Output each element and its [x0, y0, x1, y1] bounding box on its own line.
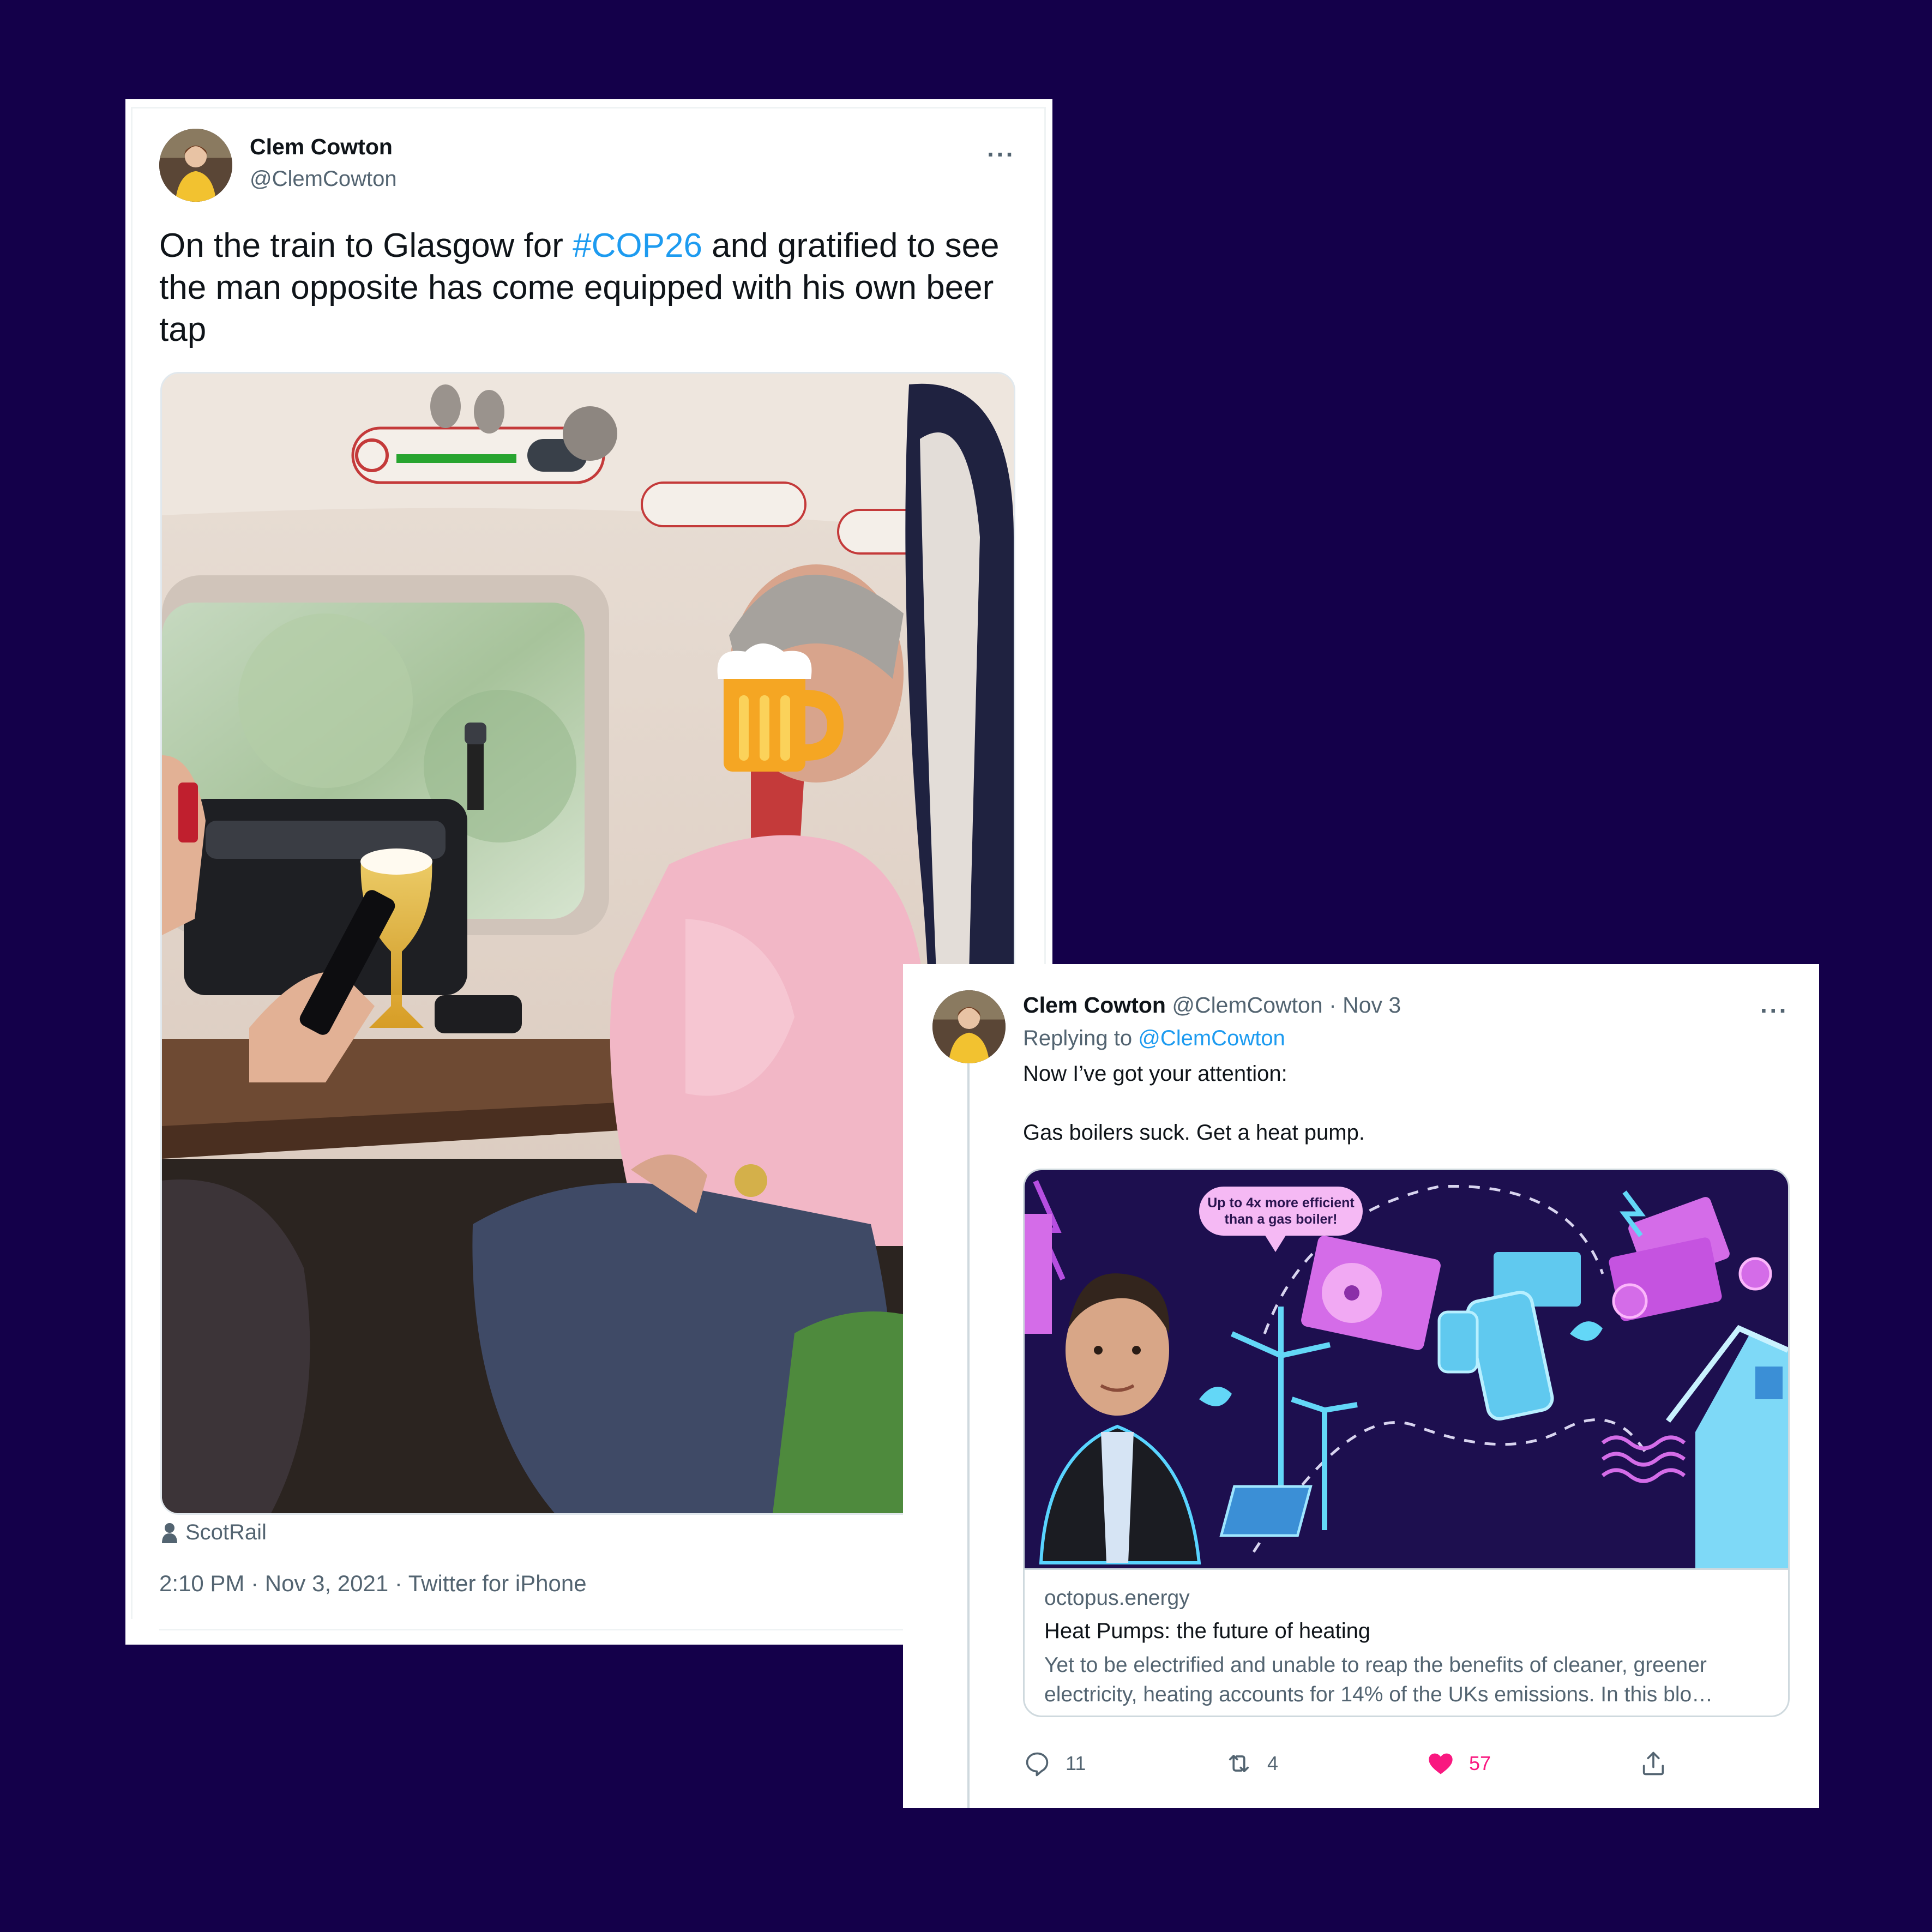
tweet-text-line: Now I’ve got your attention:	[1023, 1062, 1287, 1086]
link-preview-card[interactable]: Up to 4x more efficient than a gas boile…	[1023, 1169, 1790, 1717]
link-title: Heat Pumps: the future of heating	[1044, 1619, 1371, 1643]
link-preview-text: octopus.energy Heat Pumps: the future of…	[1025, 1568, 1788, 1716]
retweet-icon	[1229, 1755, 1249, 1772]
person-icon	[162, 1522, 177, 1543]
hashtag-link[interactable]: #COP26	[573, 227, 702, 264]
reply-button[interactable]: 11	[1023, 1749, 1086, 1778]
author-handle[interactable]: @ClemCowton	[1172, 992, 1322, 1018]
author-handle[interactable]: @ClemCowton	[250, 167, 397, 191]
reply-icon	[1026, 1752, 1049, 1777]
location-label: ScotRail	[185, 1520, 267, 1544]
reply-count: 11	[1066, 1752, 1086, 1774]
heart-icon	[1429, 1753, 1453, 1774]
avatar-image	[159, 129, 232, 202]
heat-pump-illustration: Up to 4x more efficient than a gas boile…	[1025, 1170, 1788, 1568]
replying-to-label: Replying to	[1023, 1026, 1139, 1050]
thread-line	[967, 1062, 970, 1808]
author-name[interactable]: Clem Cowton	[1023, 992, 1166, 1018]
tweet-text-start: On the train to Glasgow for	[159, 227, 573, 264]
author-name[interactable]: Clem Cowton	[250, 134, 393, 160]
link-description: Yet to be electrified and unable to reap…	[1044, 1653, 1713, 1706]
tweet-text-line: Gas boilers suck. Get a heat pump.	[1023, 1121, 1365, 1145]
replying-to: Replying to @ClemCowton	[1023, 1026, 1285, 1051]
tweet-timestamp[interactable]: 2:10 PM · Nov 3, 2021 · Twitter for iPho…	[159, 1570, 587, 1597]
link-domain: octopus.energy	[1044, 1586, 1190, 1610]
link-preview-image: Up to 4x more efficient than a gas boile…	[1025, 1170, 1788, 1568]
replying-to-link[interactable]: @ClemCowton	[1138, 1026, 1285, 1050]
tweet-header: Clem Cowton @ClemCowton · Nov 3	[1023, 992, 1401, 1018]
avatar-image	[932, 990, 1006, 1063]
tweet-date[interactable]: · Nov 3	[1329, 992, 1401, 1018]
like-button[interactable]: 57	[1427, 1749, 1491, 1778]
share-button[interactable]	[1639, 1749, 1668, 1778]
more-icon[interactable]: ···	[1760, 998, 1789, 1023]
location-tag[interactable]: ScotRail	[161, 1520, 267, 1545]
tweet-photo[interactable]	[160, 372, 1015, 1515]
like-count: 57	[1469, 1752, 1491, 1774]
tweet-card-reply: Clem Cowton @ClemCowton · Nov 3 ··· Repl…	[903, 964, 1819, 1808]
more-icon[interactable]: ···	[987, 142, 1015, 167]
bubble-line-1: Up to 4x more efficient	[1207, 1195, 1355, 1211]
tweet-actions: 11 4 57	[1023, 1749, 1786, 1787]
retweet-count: 4	[1267, 1752, 1279, 1774]
avatar[interactable]	[932, 990, 1006, 1063]
avatar[interactable]	[159, 129, 232, 202]
retweet-button[interactable]: 4	[1225, 1749, 1278, 1778]
tweet-text: Now I’ve got your attention: Gas boilers…	[1023, 1059, 1365, 1147]
train-photo	[162, 374, 1014, 1513]
tweet-text: On the train to Glasgow for #COP26 and g…	[159, 225, 1032, 351]
share-icon	[1642, 1752, 1664, 1775]
bubble-line-2: than a gas boiler!	[1225, 1212, 1338, 1227]
